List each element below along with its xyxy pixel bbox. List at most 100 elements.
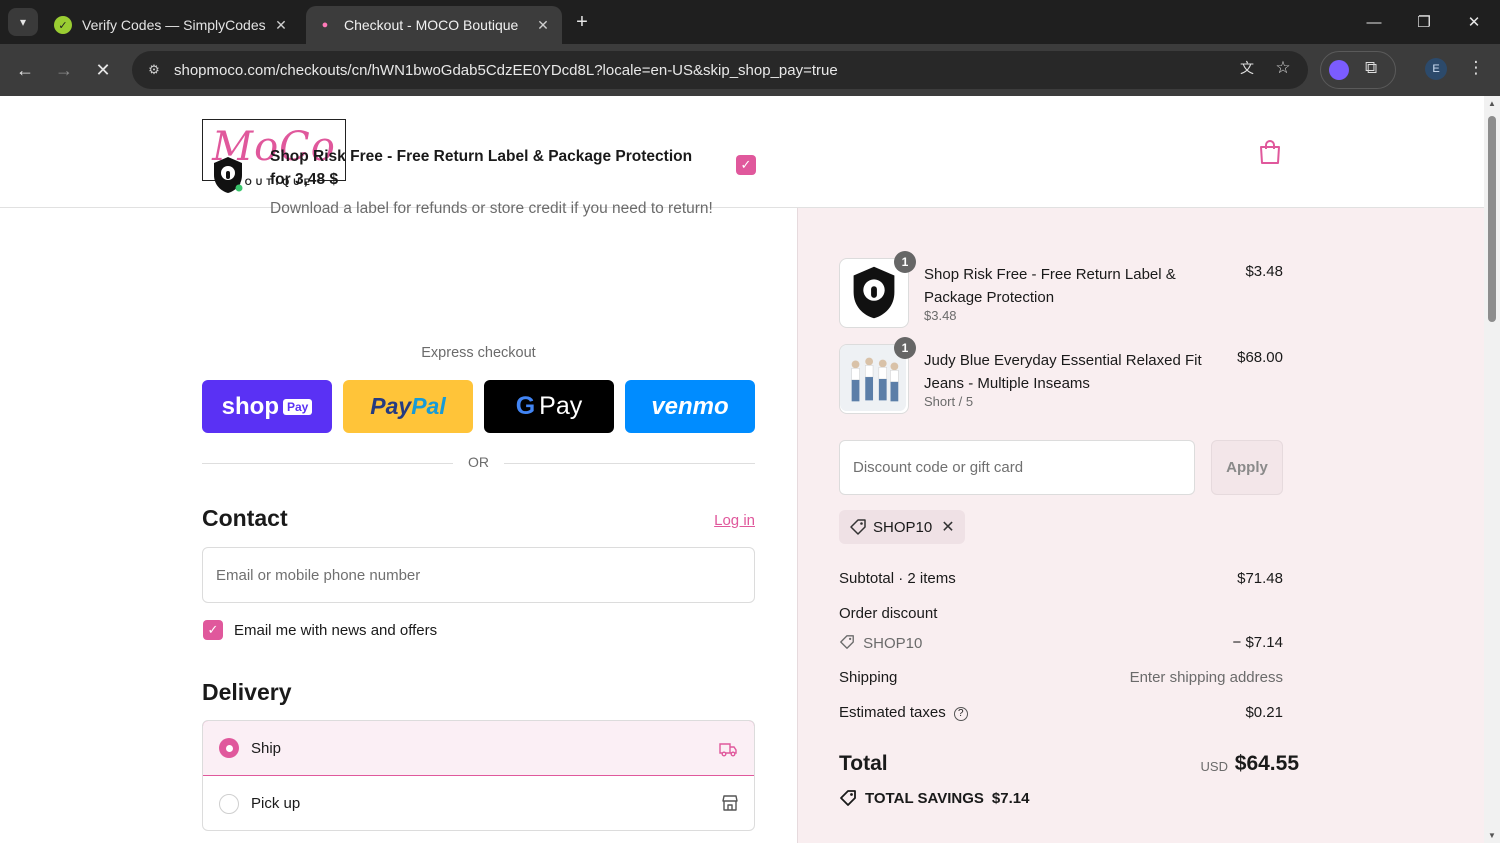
or-text: OR [468, 454, 489, 470]
scroll-down-arrow[interactable]: ▼ [1487, 831, 1497, 840]
express-checkout-label: Express checkout [421, 345, 536, 361]
scroll-up-arrow[interactable]: ▲ [1487, 99, 1497, 108]
taxes-row: Estimated taxes? $0.21 [839, 704, 1283, 721]
delivery-options: Ship Pick up [202, 720, 755, 831]
venmo-text: venmo [651, 392, 729, 420]
quantity-badge: 1 [894, 337, 916, 359]
tag-icon [840, 635, 854, 649]
shipping-label: Shipping [839, 669, 898, 686]
truck-icon [719, 743, 737, 757]
upsell-title: Shop Risk Free - Free Return Label & Pac… [270, 148, 693, 188]
extensions-group: ⧉ [1320, 51, 1396, 89]
shop-pay-pill: Pay [282, 398, 313, 415]
restore-button[interactable]: ❐ [1404, 8, 1444, 36]
store-icon [722, 795, 738, 811]
item-name: Shop Risk Free - Free Return Label & Pac… [924, 266, 1176, 306]
savings-label: TOTAL SAVINGS [865, 789, 984, 807]
tab-simplycodes[interactable]: ✓ Verify Codes — SimplyCodes ✕ [44, 6, 300, 44]
paypal-text-b: Pal [411, 393, 446, 419]
ship-label: Ship [251, 739, 282, 757]
stop-loading-button[interactable]: ✕ [89, 56, 117, 84]
newsletter-label: Email me with news and offers [234, 621, 438, 639]
menu-dots-icon[interactable]: ⋮ [1462, 54, 1490, 82]
subtotal-row: Subtotal · 2 items $71.48 [839, 570, 1283, 587]
total-value: $64.55 [1234, 752, 1299, 775]
simplycodes-icon: ✓ [54, 16, 72, 34]
ship-radio[interactable] [219, 738, 239, 758]
discount-code-row: SHOP10 − $7.14 [839, 634, 1283, 652]
paypal-button[interactable]: Pay Pal [343, 380, 473, 433]
item-variant: $3.48 [924, 308, 957, 323]
address-bar[interactable]: ⚙ shopmoco.com/checkouts/cn/hWN1bwoGdab5… [132, 51, 1308, 89]
close-tab-icon[interactable]: ✕ [270, 14, 292, 36]
total-label: Total [839, 752, 888, 775]
item-price: $68.00 [1237, 349, 1283, 366]
google-pay-button[interactable]: G Pay [484, 380, 614, 433]
order-discount-row: Order discount [839, 605, 1283, 622]
page-scrollbar[interactable]: ▲ ▼ [1484, 96, 1500, 843]
item-price: $3.48 [1245, 263, 1283, 280]
total-currency: USD [1200, 759, 1228, 774]
minimize-button[interactable]: — [1354, 8, 1394, 36]
tab-title: Checkout - MOCO Boutique [344, 17, 519, 33]
site-info-icon[interactable]: ⚙ [140, 62, 168, 78]
profile-avatar[interactable]: E [1425, 58, 1447, 80]
bookmark-star-icon[interactable]: ☆ [1269, 54, 1297, 82]
item-thumbnail: 1 [839, 337, 916, 414]
pickup-label: Pick up [251, 795, 301, 812]
pickup-option[interactable]: Pick up [203, 776, 754, 830]
shop-pay-text: shop [221, 392, 279, 420]
delivery-heading: Delivery [202, 679, 292, 705]
order-discount-label: Order discount [839, 605, 938, 622]
extension-icon[interactable] [1329, 60, 1349, 80]
shipping-row: Shipping Enter shipping address [839, 669, 1283, 686]
tab-title: Verify Codes — SimplyCodes [82, 17, 266, 33]
close-window-button[interactable]: ✕ [1454, 8, 1494, 36]
quantity-badge: 1 [894, 251, 916, 273]
contact-heading: Contact [202, 505, 288, 531]
scroll-thumb[interactable] [1488, 116, 1496, 322]
tab-checkout[interactable]: ● Checkout - MOCO Boutique ✕ [306, 6, 562, 44]
url-text[interactable]: shopmoco.com/checkouts/cn/hWN1bwoGdab5Cd… [174, 62, 838, 79]
total-savings-row: TOTAL SAVINGS $7.14 [839, 789, 1029, 807]
taxes-label: Estimated taxes [839, 704, 946, 721]
ship-option[interactable]: Ship [203, 721, 754, 776]
new-tab-button[interactable]: + [570, 10, 594, 34]
discount-code-label: SHOP10 [863, 635, 923, 652]
package-protection-upsell: Shop Risk Free - Free Return Label & Pac… [202, 145, 757, 225]
google-g-icon: G [515, 392, 536, 420]
venmo-button[interactable]: venmo [625, 380, 755, 433]
upsell-description: Download a label for refunds or store cr… [270, 200, 713, 217]
shop-pay-button[interactable]: shop Pay [202, 380, 332, 433]
remove-discount-icon[interactable]: ✕ [941, 517, 954, 537]
browser-tab-bar: ▾ ✓ Verify Codes — SimplyCodes ✕ ● Check… [0, 0, 1500, 44]
subtotal-value: $71.48 [1237, 570, 1283, 587]
login-link[interactable]: Log in [700, 512, 755, 529]
tab-search-button[interactable]: ▾ [8, 8, 38, 36]
help-icon[interactable]: ? [953, 706, 968, 721]
email-field[interactable]: Email or mobile phone number [202, 547, 755, 603]
item-name: Judy Blue Everyday Essential Relaxed Fit… [924, 352, 1202, 392]
newsletter-checkbox-row[interactable]: ✓ Email me with news and offers [203, 620, 437, 640]
close-tab-icon[interactable]: ✕ [532, 14, 554, 36]
order-item: 1 Shop Risk Free - Free Return Label & P… [839, 251, 1283, 328]
shipping-value: Enter shipping address [1129, 669, 1283, 686]
shield-lock-icon [214, 157, 243, 193]
apply-discount-button[interactable]: Apply [1211, 440, 1283, 495]
item-variant: Short / 5 [924, 394, 974, 409]
puzzle-icon[interactable]: ⧉ [1365, 58, 1377, 78]
applied-code: SHOP10 [873, 518, 933, 536]
forward-button[interactable]: → [50, 56, 78, 84]
upsell-checkbox[interactable]: ✓ [736, 155, 756, 175]
discount-amount: − $7.14 [1232, 634, 1283, 651]
discount-code-input[interactable]: Discount code or gift card [839, 440, 1195, 495]
or-divider: OR [202, 454, 755, 474]
savings-value: $7.14 [991, 789, 1030, 807]
shopping-bag-icon[interactable] [1257, 138, 1283, 166]
browser-toolbar: ← → ✕ ⚙ shopmoco.com/checkouts/cn/hWN1bw… [0, 44, 1500, 96]
pickup-radio[interactable] [219, 793, 239, 814]
back-button[interactable]: ← [11, 56, 39, 84]
taxes-value: $0.21 [1245, 704, 1283, 721]
newsletter-checkbox[interactable]: ✓ [203, 620, 223, 640]
translate-icon[interactable]: 文 [1233, 54, 1261, 82]
